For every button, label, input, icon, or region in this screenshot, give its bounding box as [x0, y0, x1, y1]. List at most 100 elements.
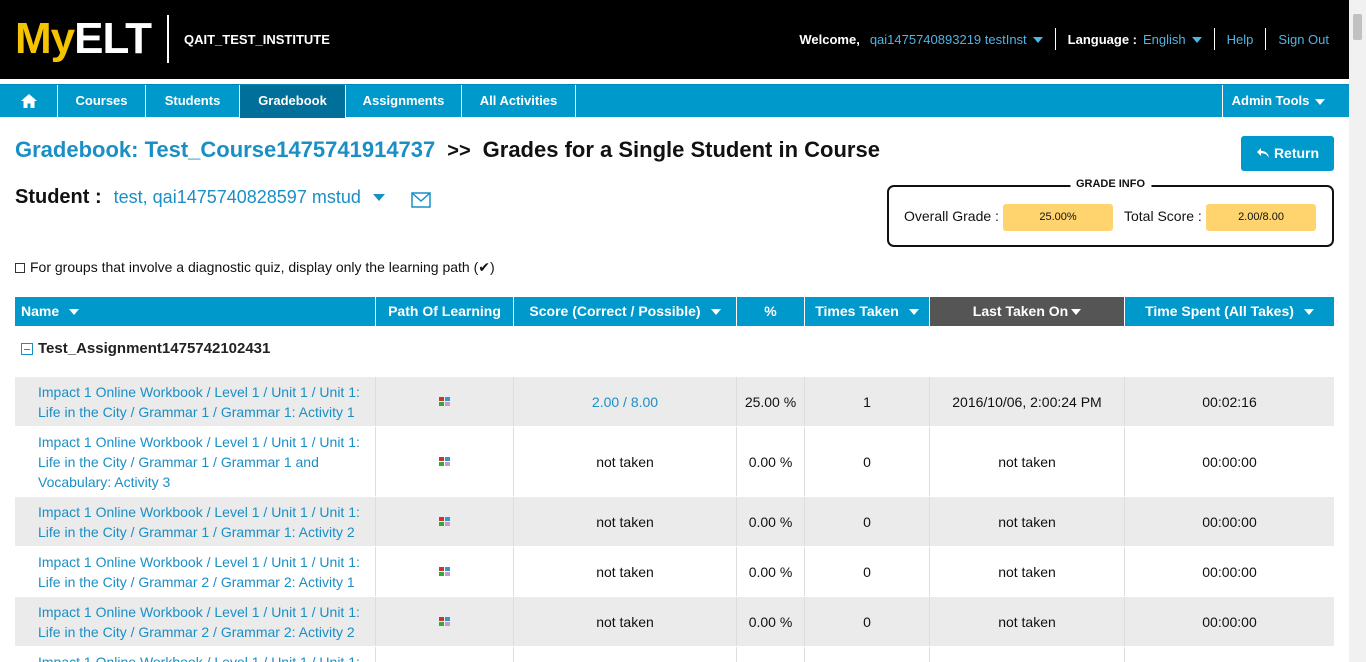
sign-out-link[interactable]: Sign Out — [1278, 32, 1329, 47]
times-taken-cell: 0 — [805, 597, 930, 646]
student-name-dropdown[interactable]: test, qai1475740828597 mstud — [114, 187, 361, 208]
table-header: Name Path Of Learning Score (Correct / P… — [15, 297, 1334, 326]
times-taken-cell: 0 — [805, 427, 930, 496]
activity-link[interactable]: Impact 1 Online Workbook / Level 1 / Uni… — [15, 377, 376, 426]
last-taken-cell: not taken — [930, 427, 1125, 496]
table-row: Impact 1 Online Workbook / Level 1 / Uni… — [15, 597, 1334, 646]
institute-name: QAIT_TEST_INSTITUTE — [184, 32, 330, 47]
score-cell — [514, 647, 737, 662]
col-percent: % — [737, 297, 805, 326]
user-name: qai1475740893219 testInst — [869, 31, 1027, 47]
myelt-logo[interactable]: MyELT — [15, 14, 152, 64]
time-spent-cell: 00:00:00 — [1202, 563, 1257, 580]
score-cell: not taken — [514, 427, 737, 496]
chevron-down-icon[interactable] — [372, 194, 385, 201]
col-path-of-learning: Path Of Learning — [376, 297, 514, 326]
diagnostic-filter: For groups that involve a diagnostic qui… — [15, 259, 495, 276]
times-taken-cell: 0 — [805, 547, 930, 596]
breadcrumb-separator: >> — [447, 140, 471, 162]
table-row: Impact 1 Online Workbook / Level 1 / Uni… — [15, 497, 1334, 546]
times-taken-cell — [805, 647, 930, 662]
logo-my: My — [15, 14, 75, 63]
total-score-value: 2.00/8.00 — [1206, 204, 1316, 231]
activity-link[interactable]: Impact 1 Online Workbook / Level 1 / Uni… — [15, 497, 376, 546]
total-score-label: Total Score : — [1124, 208, 1202, 224]
times-taken-cell: 0 — [805, 497, 930, 546]
grade-info-panel: GRADE INFO Overall Grade : 25.00% Total … — [887, 178, 1334, 247]
page-title: Gradebook: Test_Course1475741914737 >> Gra… — [15, 137, 880, 163]
activity-link[interactable]: Impact 1 Online Workbook / Level 1 / Uni… — [15, 597, 376, 646]
nav-courses[interactable]: Courses — [58, 85, 146, 118]
time-spent-cell: 00:00:00 — [1202, 513, 1257, 530]
scrollbar-thumb[interactable] — [1353, 14, 1362, 40]
path-of-learning-icon[interactable] — [376, 497, 514, 546]
welcome-label: Welcome, — [799, 31, 860, 47]
language-select[interactable]: English — [1143, 32, 1202, 47]
activity-link[interactable]: Impact 1 Online Workbook / Level 1 / Uni… — [15, 547, 376, 596]
language-value: English — [1143, 31, 1186, 47]
percent-cell: 25.00 % — [737, 377, 805, 426]
page-subtitle: Grades for a Single Student in Course — [482, 137, 880, 162]
table-row: Impact 1 Online Workbook / Level 1 / Uni… — [15, 547, 1334, 596]
nav-assignments[interactable]: Assignments — [346, 85, 462, 118]
col-score[interactable]: Score (Correct / Possible) — [514, 297, 737, 326]
chevron-down-icon — [1315, 98, 1326, 105]
divider — [1265, 28, 1267, 50]
percent-cell: 0.00 % — [737, 497, 805, 546]
time-spent-cell: 00:02:16 — [1202, 393, 1257, 410]
path-of-learning-icon[interactable] — [376, 377, 514, 426]
percent-cell: 0.00 % — [737, 597, 805, 646]
col-last-taken-on[interactable]: Last Taken On — [930, 297, 1125, 326]
return-button[interactable]: Return — [1241, 136, 1334, 171]
last-taken-cell: 2016/10/06, 2:00:24 PM — [930, 377, 1125, 426]
student-selector: Student : test, qai1475740828597 mstud — [15, 186, 431, 209]
col-name-label: Name — [21, 303, 60, 319]
user-menu[interactable]: qai1475740893219 testInst — [870, 32, 1043, 47]
score-cell: not taken — [514, 547, 737, 596]
col-time-spent[interactable]: Time Spent (All Takes) — [1125, 297, 1334, 326]
score-cell: not taken — [514, 497, 737, 546]
path-of-learning-icon[interactable] — [376, 427, 514, 496]
admin-tools-label: Admin Tools — [1231, 93, 1310, 108]
course-title-link[interactable]: Gradebook: Test_Course1475741914737 — [15, 137, 435, 162]
divider — [1213, 28, 1215, 50]
page-scrollbar[interactable] — [1349, 0, 1366, 662]
col-time-spent-label: Time Spent (All Takes) — [1145, 303, 1294, 319]
time-spent-cell — [1125, 647, 1334, 662]
percent-cell: 0.00 % — [737, 427, 805, 496]
collapse-icon[interactable] — [21, 342, 33, 355]
score-link[interactable]: 2.00 / 8.00 — [514, 377, 737, 426]
logo-elt: ELT — [74, 14, 152, 63]
nav-home[interactable] — [0, 85, 58, 118]
score-cell: not taken — [514, 597, 737, 646]
nav-all-activities[interactable]: All Activities — [462, 85, 576, 118]
time-spent-cell: 00:00:00 — [1202, 613, 1257, 630]
last-taken-cell: not taken — [930, 597, 1125, 646]
assignment-group[interactable]: Test_Assignment1475742102431 — [15, 340, 270, 357]
return-label: Return — [1273, 145, 1320, 161]
times-taken-cell: 1 — [805, 377, 930, 426]
main-nav: Courses Students Gradebook Assignments A… — [0, 84, 1349, 118]
col-times-taken[interactable]: Times Taken — [805, 297, 930, 326]
logo-divider — [167, 15, 169, 63]
mail-icon[interactable] — [411, 191, 431, 208]
diagnostic-checkbox[interactable] — [15, 262, 25, 273]
path-of-learning-cell — [376, 647, 514, 662]
activity-link[interactable]: Impact 1 Online Workbook / Level 1 / Uni… — [15, 427, 376, 496]
overall-grade-value: 25.00% — [1003, 204, 1113, 231]
header-user-area: Welcome, qai1475740893219 testInst Langu… — [799, 28, 1329, 50]
nav-students[interactable]: Students — [146, 85, 240, 118]
admin-tools-menu[interactable]: Admin Tools — [1222, 85, 1334, 118]
table-row: Impact 1 Online Workbook / Level 1 / Uni… — [15, 427, 1334, 496]
sort-icon — [908, 309, 919, 316]
path-of-learning-icon[interactable] — [376, 547, 514, 596]
return-arrow-icon — [1256, 148, 1269, 158]
activity-link[interactable]: Impact 1 Online Workbook / Level 1 / Uni… — [15, 647, 376, 662]
help-link[interactable]: Help — [1227, 32, 1254, 47]
nav-gradebook[interactable]: Gradebook — [240, 85, 346, 118]
assignment-group-title: Test_Assignment1475742102431 — [38, 340, 271, 357]
sort-icon — [710, 309, 721, 316]
path-of-learning-icon[interactable] — [376, 597, 514, 646]
col-name[interactable]: Name — [15, 297, 376, 326]
overall-grade-label: Overall Grade : — [904, 208, 999, 224]
